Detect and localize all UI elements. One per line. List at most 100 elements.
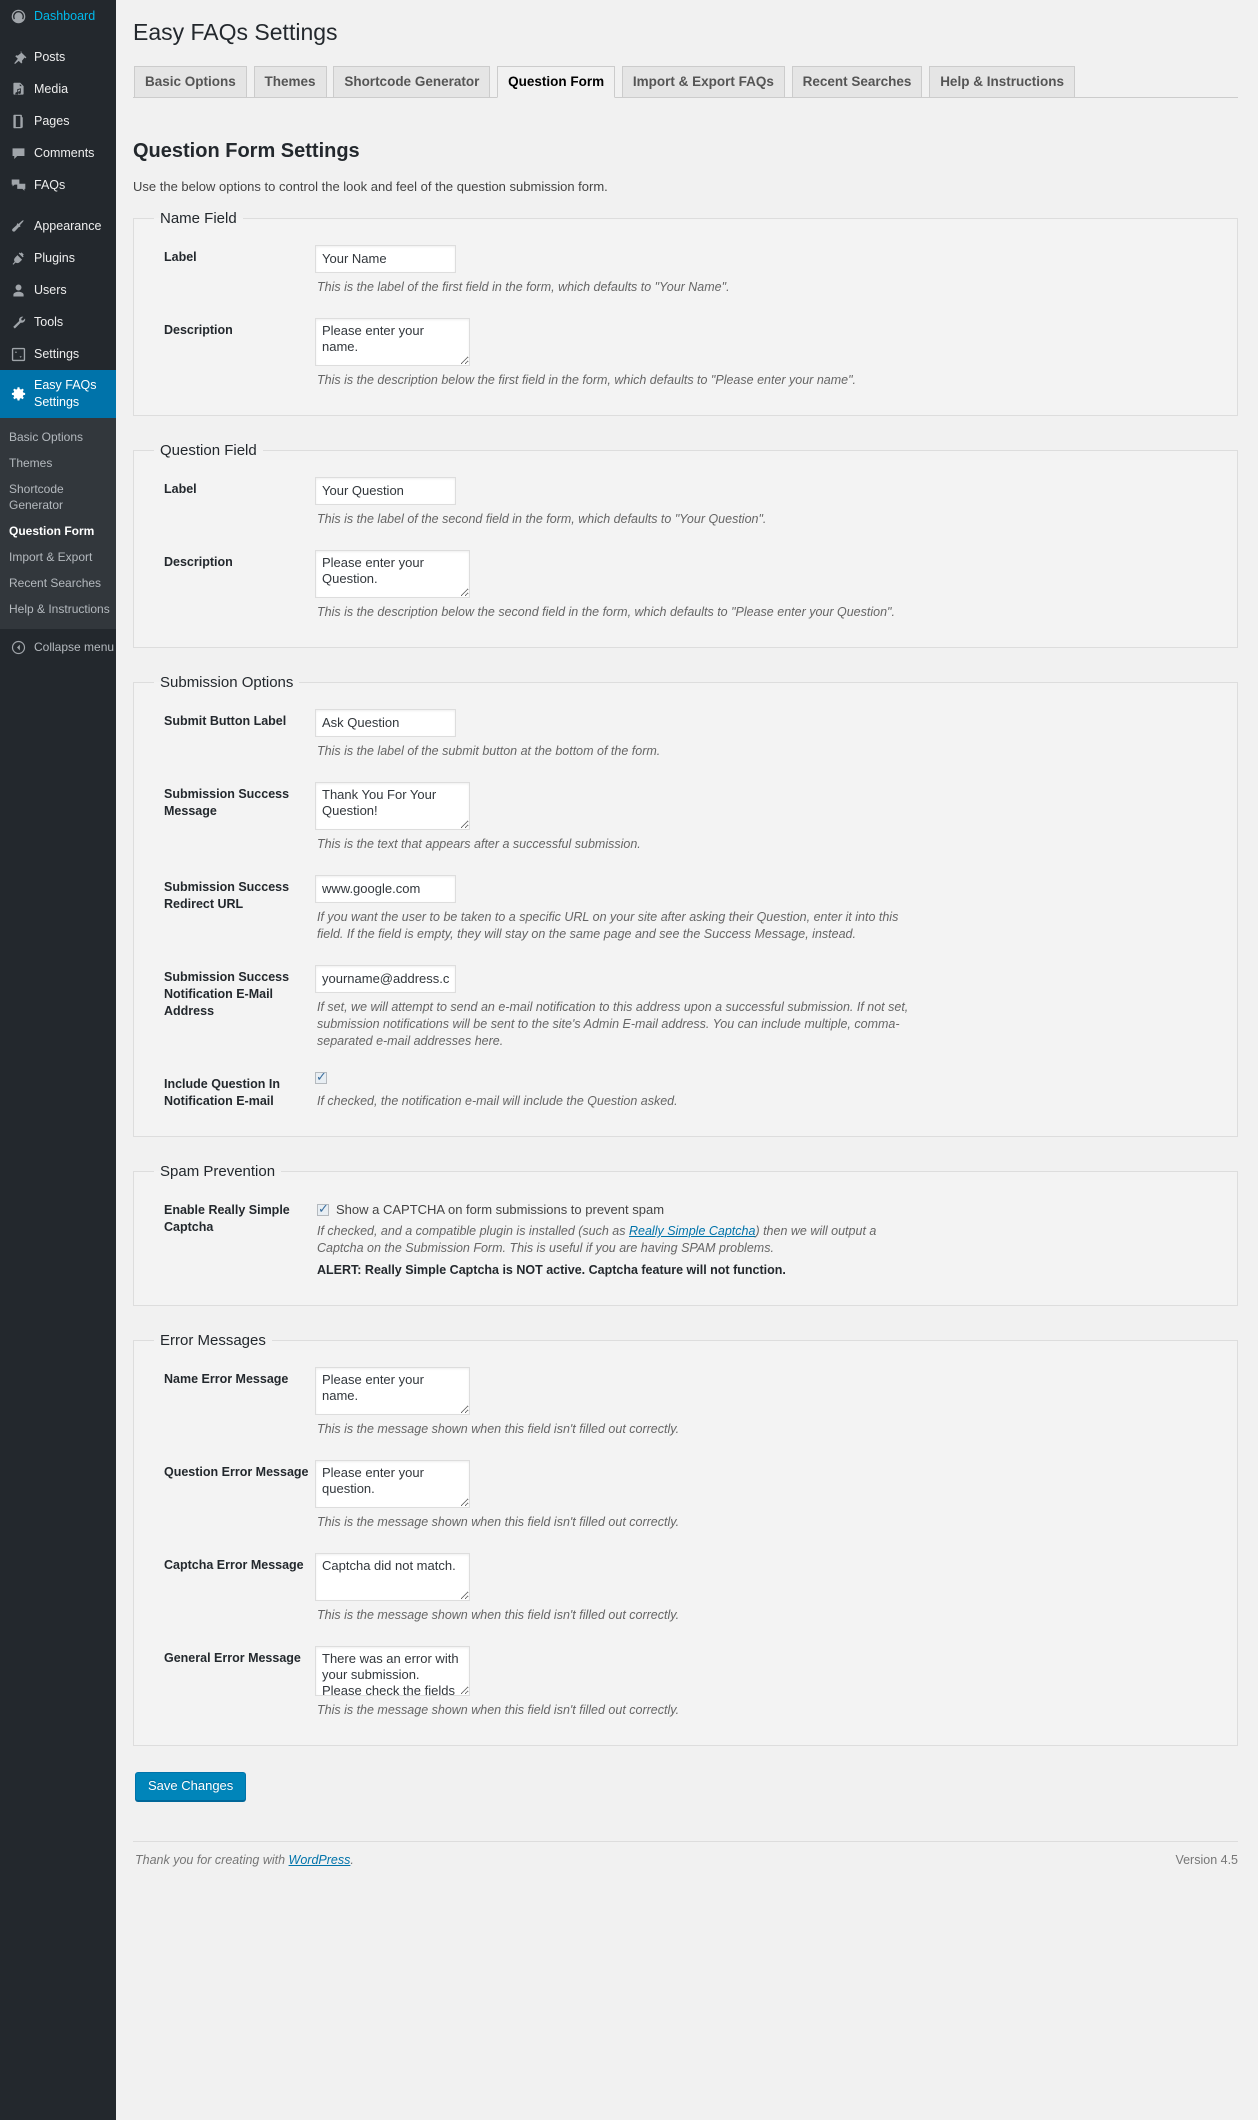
- submenu-item-help-instructions[interactable]: Help & Instructions: [0, 596, 116, 622]
- sidebar-item-users[interactable]: Users: [0, 274, 116, 306]
- footer-thanks-post: .: [350, 1853, 354, 1867]
- submenu-item-basic-options[interactable]: Basic Options: [0, 424, 116, 450]
- field-row-general-error: General Error Message This is the messag…: [150, 1634, 1221, 1729]
- admin-menu: Dashboard Posts Media Pages Comments FAQ…: [0, 0, 124, 665]
- success-message-textarea[interactable]: [315, 782, 470, 830]
- field-label: Include Question In Notification E-mail: [164, 1077, 280, 1108]
- save-changes-button[interactable]: Save Changes: [135, 1772, 247, 1801]
- question-error-textarea[interactable]: [315, 1460, 470, 1508]
- comments-icon: [9, 144, 27, 162]
- sidebar-item-pages[interactable]: Pages: [0, 105, 116, 137]
- sidebar-item-label: Dashboard: [34, 8, 96, 23]
- users-icon: [9, 281, 27, 299]
- admin-sidebar: Dashboard Posts Media Pages Comments FAQ…: [0, 0, 124, 2120]
- submenu-item-recent-searches[interactable]: Recent Searches: [0, 570, 116, 596]
- field-label: Name Error Message: [164, 1372, 289, 1386]
- really-simple-captcha-link[interactable]: Really Simple Captcha: [629, 1224, 755, 1238]
- sidebar-item-label: Comments: [34, 145, 95, 160]
- tab-question-form[interactable]: Question Form: [497, 66, 616, 98]
- sidebar-item-plugins[interactable]: Plugins: [0, 242, 116, 274]
- field-description: This is the text that appears after a su…: [317, 837, 641, 851]
- panel-legend: Error Messages: [160, 1332, 266, 1349]
- question-description-textarea[interactable]: [315, 550, 470, 598]
- tab-recent-searches[interactable]: Recent Searches: [791, 66, 923, 97]
- field-label: Label: [164, 482, 197, 496]
- panel-legend: Name Field: [160, 210, 237, 227]
- pin-icon: [9, 48, 27, 66]
- name-label-input[interactable]: [315, 245, 456, 273]
- submenu-item-question-form[interactable]: Question Form: [0, 518, 116, 544]
- sidebar-item-settings[interactable]: Settings: [0, 338, 116, 370]
- sidebar-item-dashboard[interactable]: Dashboard: [0, 0, 116, 32]
- field-row-name-description: Description This is the description belo…: [150, 306, 1221, 399]
- field-description: This is the description below the second…: [317, 605, 895, 619]
- field-label: Submission Success Notification E-Mail A…: [164, 970, 290, 1018]
- sidebar-item-comments[interactable]: Comments: [0, 137, 116, 169]
- menu-separator: [0, 32, 116, 41]
- gear-icon: [9, 385, 27, 403]
- submenu-item-label: Basic Options: [9, 430, 84, 444]
- sidebar-item-label: Easy FAQs Settings: [34, 378, 97, 409]
- sidebar-item-label: Settings: [34, 346, 80, 361]
- field-description: This is the label of the second field in…: [317, 512, 767, 526]
- admin-footer: Thank you for creating with WordPress. V…: [133, 1841, 1238, 1897]
- sidebar-item-tools[interactable]: Tools: [0, 306, 116, 338]
- submenu-item-import-export[interactable]: Import & Export: [0, 544, 116, 570]
- enable-captcha-checkbox[interactable]: [317, 1201, 329, 1217]
- sidebar-item-label: Posts: [34, 49, 66, 64]
- submenu-item-label: Themes: [9, 456, 53, 470]
- sidebar-item-appearance[interactable]: Appearance: [0, 210, 116, 242]
- tab-import-export-faqs[interactable]: Import & Export FAQs: [621, 66, 785, 97]
- field-label: Enable Really Simple Captcha: [164, 1203, 290, 1234]
- field-description: If set, we will attempt to send an e-mai…: [317, 1000, 909, 1048]
- field-description: This is the label of the submit button a…: [317, 744, 661, 758]
- section-intro: Use the below options to control the loo…: [133, 179, 608, 194]
- field-row-name-label: Label This is the label of the first fie…: [150, 233, 1221, 306]
- section-title: Question Form Settings: [133, 140, 360, 162]
- field-label: Captcha Error Message: [164, 1558, 304, 1572]
- field-row-success-message: Submission Success Message This is the t…: [150, 770, 1221, 863]
- submenu-item-label: Recent Searches: [9, 576, 102, 590]
- sidebar-item-easy-faqs-settings[interactable]: Easy FAQs Settings: [0, 370, 124, 418]
- submenu-item-label: Help & Instructions: [9, 602, 110, 616]
- collapse-menu-label: Collapse menu: [34, 640, 115, 654]
- tools-icon: [9, 313, 27, 331]
- field-row-enable-captcha: Enable Really Simple Captcha Show a CAPT…: [150, 1186, 1221, 1289]
- submenu-item-shortcode-generator[interactable]: Shortcode Generator: [0, 476, 116, 518]
- sidebar-item-media[interactable]: Media: [0, 73, 116, 105]
- field-row-question-error: Question Error Message This is the messa…: [150, 1448, 1221, 1541]
- admin-screen: Dashboard Posts Media Pages Comments FAQ…: [0, 0, 1258, 2120]
- tab-basic-options[interactable]: Basic Options: [134, 66, 247, 97]
- include-question-checkbox[interactable]: [315, 1069, 327, 1085]
- sidebar-item-faqs[interactable]: FAQs: [0, 169, 116, 201]
- redirect-url-input[interactable]: [315, 875, 456, 903]
- field-description: This is the description below the first …: [317, 373, 856, 387]
- field-description: This is the message shown when this fiel…: [317, 1515, 680, 1529]
- sidebar-item-posts[interactable]: Posts: [0, 41, 116, 73]
- name-error-textarea[interactable]: [315, 1367, 470, 1415]
- wordpress-version: Version 4.5: [1175, 1853, 1238, 1867]
- sidebar-item-label: Users: [34, 282, 67, 297]
- collapse-menu-button[interactable]: Collapse menu: [0, 629, 116, 665]
- submenu-item-label: Shortcode Generator: [9, 482, 64, 512]
- sidebar-item-label: Appearance: [34, 218, 102, 233]
- submit-button-label-input[interactable]: [315, 709, 456, 737]
- tab-shortcode-generator[interactable]: Shortcode Generator: [333, 66, 491, 97]
- field-label: Submission Success Message: [164, 787, 290, 818]
- field-row-question-label: Label This is the label of the second fi…: [150, 465, 1221, 538]
- question-label-input[interactable]: [315, 477, 456, 505]
- tab-help-instructions[interactable]: Help & Instructions: [929, 66, 1075, 97]
- captcha-error-textarea[interactable]: [315, 1553, 470, 1601]
- field-label: General Error Message: [164, 1651, 301, 1665]
- field-description: This is the message shown when this fiel…: [317, 1422, 680, 1436]
- wordpress-link[interactable]: WordPress: [289, 1853, 351, 1867]
- name-description-textarea[interactable]: [315, 318, 470, 366]
- collapse-arrow-icon: [9, 638, 27, 656]
- submenu-item-themes[interactable]: Themes: [0, 450, 116, 476]
- general-error-textarea[interactable]: [315, 1646, 470, 1696]
- notification-email-input[interactable]: [315, 965, 456, 993]
- field-description: If checked, the notification e-mail will…: [317, 1094, 678, 1108]
- tab-themes[interactable]: Themes: [253, 66, 327, 97]
- menu-separator: [0, 201, 116, 210]
- field-description: This is the label of the first field in …: [317, 280, 730, 294]
